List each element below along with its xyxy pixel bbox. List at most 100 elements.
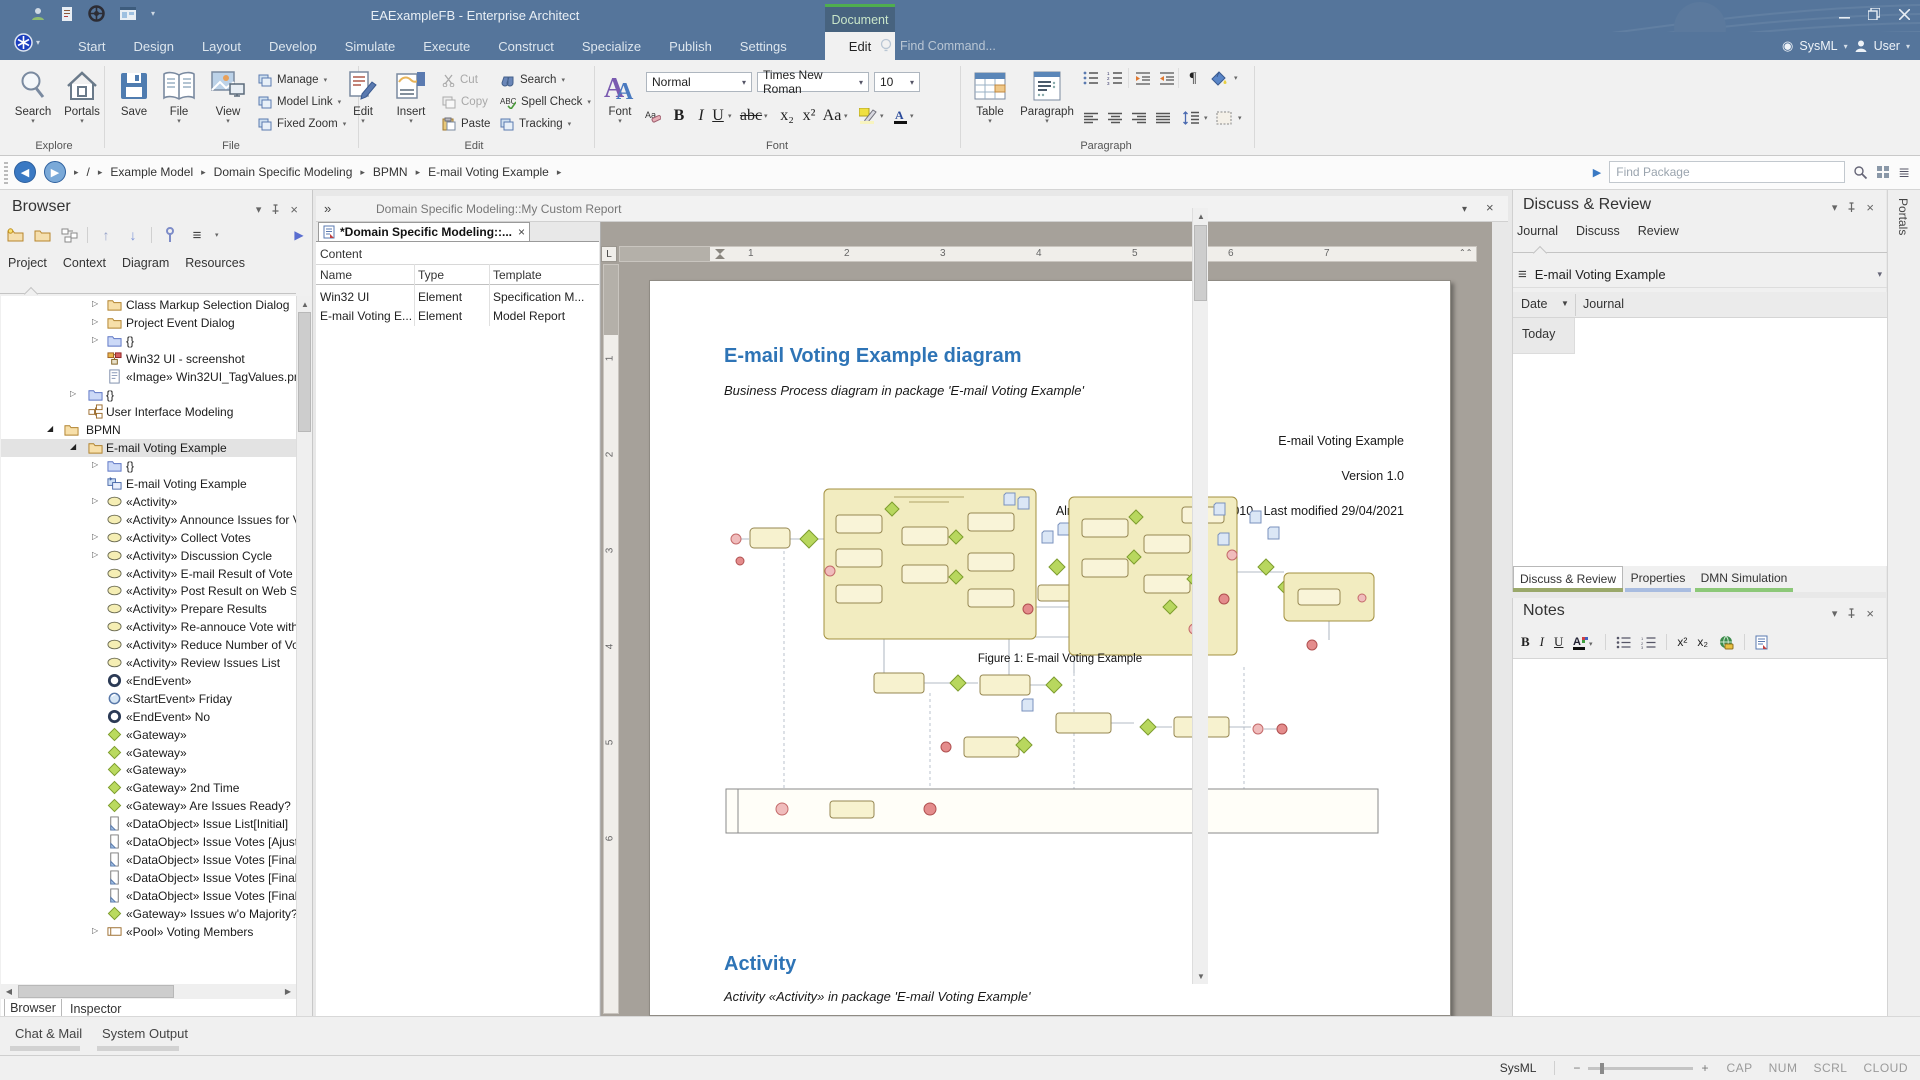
- highlight-caret[interactable]: ▾: [880, 112, 884, 120]
- breadcrumb-item[interactable]: Domain Specific Modeling: [214, 165, 353, 179]
- titlebar-menu-caret[interactable]: ▾: [151, 9, 155, 18]
- tree-item[interactable]: ◢BPMN: [1, 421, 296, 439]
- ribbon-tab-publish[interactable]: Publish: [655, 32, 726, 60]
- font-name-select[interactable]: Times New Roman▾: [757, 72, 869, 92]
- document-tab-close-icon[interactable]: ×: [518, 225, 525, 239]
- line-spacing-caret[interactable]: ▾: [1204, 114, 1208, 122]
- output-tab-system-output[interactable]: System Output: [102, 1026, 188, 1041]
- user-presence-icon[interactable]: [30, 6, 46, 22]
- notes-italic-button[interactable]: I: [1540, 634, 1544, 650]
- borders-caret[interactable]: ▾: [1238, 114, 1242, 122]
- output-tab-chat-mail[interactable]: Chat & Mail: [15, 1026, 82, 1041]
- journal-body[interactable]: Today: [1513, 318, 1887, 566]
- discuss-tab-discuss[interactable]: Discuss: [1576, 224, 1620, 238]
- notes-menu-chevron[interactable]: ▾: [1832, 607, 1838, 620]
- breadcrumb-item[interactable]: Example Model: [110, 165, 193, 179]
- paragraph-button[interactable]: Paragraph▾: [1018, 66, 1076, 125]
- tree-item[interactable]: Win32 UI - screenshot: [1, 350, 296, 368]
- cut-button[interactable]: Cut: [442, 70, 478, 90]
- discuss-tab-review[interactable]: Review: [1638, 224, 1679, 238]
- tree-item[interactable]: ▷«Activity» Discussion Cycle: [1, 547, 296, 565]
- notes-numbered-list-button[interactable]: 123: [1641, 636, 1656, 649]
- zoom-slider[interactable]: − +: [1573, 1061, 1708, 1075]
- tree-item[interactable]: «DataObject» Issue Votes [Final]: [1, 869, 296, 887]
- zoom-out-icon[interactable]: −: [1573, 1061, 1580, 1075]
- find-command-box[interactable]: Find Command...: [880, 32, 996, 60]
- zoom-slider-knob[interactable]: [1600, 1063, 1604, 1074]
- borders-button[interactable]: [1212, 108, 1236, 128]
- tree-item[interactable]: «EndEvent»: [1, 672, 296, 690]
- spell-check-button[interactable]: ABC Spell Check▾: [500, 92, 591, 112]
- tree-item[interactable]: E-mail Voting Example: [1, 475, 296, 493]
- expand-icon[interactable]: ▷: [92, 926, 98, 935]
- paste-button[interactable]: Paste: [442, 114, 490, 134]
- notes-document-button[interactable]: [1755, 635, 1768, 650]
- tree-item[interactable]: ◢E-mail Voting Example: [1, 439, 296, 457]
- perspective-label[interactable]: SysML: [1799, 39, 1837, 53]
- content-cell[interactable]: Win32 UI: [320, 290, 369, 304]
- browser-menu-chevron[interactable]: ▾: [256, 203, 262, 216]
- expand-icon[interactable]: ▷: [92, 496, 98, 505]
- content-column-header[interactable]: Template: [493, 268, 542, 282]
- bold-button[interactable]: B: [668, 106, 690, 126]
- tree-item[interactable]: «Activity» Post Result on Web Si: [1, 582, 296, 600]
- status-toggle-scrl[interactable]: SCRL: [1813, 1061, 1847, 1075]
- expand-right-button[interactable]: ▶: [1593, 166, 1601, 179]
- restore-button[interactable]: [1866, 6, 1882, 22]
- decrease-indent-button[interactable]: [1132, 68, 1154, 88]
- document-vertical-scrollbar[interactable]: ▲ ▼: [1192, 208, 1208, 984]
- ribbon-tab-settings[interactable]: Settings: [726, 32, 801, 60]
- tree-item[interactable]: «DataObject» Issue Votes [Final: [1, 851, 296, 869]
- document-editor[interactable]: L 1234567 123456 E-mail Voting Example d…: [600, 222, 1492, 1016]
- expand-icon[interactable]: ▷: [92, 299, 98, 308]
- new-package-icon[interactable]: [6, 226, 24, 244]
- zoom-in-icon[interactable]: +: [1701, 1061, 1708, 1075]
- move-up-icon[interactable]: ↑: [97, 226, 115, 244]
- content-cell[interactable]: E-mail Voting E...: [320, 309, 412, 323]
- expand-icon[interactable]: ▷: [70, 389, 76, 398]
- ribbon-tab-specialize[interactable]: Specialize: [568, 32, 655, 60]
- doc-scroll-up-icon[interactable]: ▲: [1195, 210, 1207, 222]
- discuss-menu-chevron[interactable]: ▾: [1832, 201, 1838, 214]
- document-tab[interactable]: *Domain Specific Modeling::... ×: [318, 222, 530, 241]
- panel-tab-discuss-review[interactable]: Discuss & Review: [1513, 566, 1623, 590]
- content-column-header[interactable]: Type: [418, 268, 444, 282]
- portals-button[interactable]: Portals▾: [58, 66, 106, 125]
- tree-item[interactable]: «EndEvent» No: [1, 708, 296, 726]
- insert-button[interactable]: Insert▾: [388, 66, 434, 125]
- discuss-tab-journal[interactable]: Journal: [1517, 224, 1558, 238]
- table-button[interactable]: Table▾: [966, 66, 1014, 125]
- content-cell[interactable]: Element: [418, 290, 462, 304]
- notes-underline-button[interactable]: U: [1554, 634, 1563, 650]
- fill-color-button[interactable]: [1206, 68, 1232, 88]
- tree-item[interactable]: ▷{}: [1, 386, 296, 404]
- increase-indent-button[interactable]: [1156, 68, 1178, 88]
- journal-icon[interactable]: [60, 6, 74, 22]
- tree-item[interactable]: «DataObject» Issue Votes [Ajust: [1, 833, 296, 851]
- app-menu-button[interactable]: ▾: [14, 33, 40, 52]
- tree-item[interactable]: «Gateway» Issues w'o Majority?: [1, 905, 296, 923]
- tree-item[interactable]: «Gateway»: [1, 744, 296, 762]
- numbered-list-button[interactable]: 123: [1104, 68, 1126, 88]
- nav-forward-button[interactable]: ▶: [44, 161, 66, 183]
- notes-superscript-button[interactable]: x²: [1677, 635, 1687, 649]
- discussion-target-selector[interactable]: ≡ E-mail Voting Example ▾: [1513, 262, 1887, 288]
- new-diagram-icon[interactable]: [60, 226, 78, 244]
- align-left-button[interactable]: [1080, 108, 1102, 128]
- tree-item[interactable]: «Gateway»: [1, 761, 296, 779]
- notes-pin-icon[interactable]: [1847, 608, 1856, 619]
- docwin-close-icon[interactable]: ×: [1486, 200, 1494, 215]
- align-center-button[interactable]: [1104, 108, 1126, 128]
- browser-tab-context[interactable]: Context: [63, 256, 106, 270]
- portals-side-tab[interactable]: Portals: [1896, 198, 1910, 235]
- expand-icon[interactable]: ▷: [92, 335, 98, 344]
- status-toggle-cloud[interactable]: CLOUD: [1863, 1061, 1908, 1075]
- paragraph-style-select[interactable]: Normal▾: [646, 72, 752, 92]
- align-right-button[interactable]: [1128, 108, 1150, 128]
- workspace-icon[interactable]: [119, 6, 137, 21]
- notes-hyperlink-button[interactable]: [1718, 635, 1734, 650]
- contextual-tab-document[interactable]: Document: [825, 4, 895, 32]
- find-package-search-icon[interactable]: [1853, 165, 1868, 180]
- scroll-right-icon[interactable]: ▶: [282, 985, 294, 997]
- notes-bold-button[interactable]: B: [1521, 634, 1530, 650]
